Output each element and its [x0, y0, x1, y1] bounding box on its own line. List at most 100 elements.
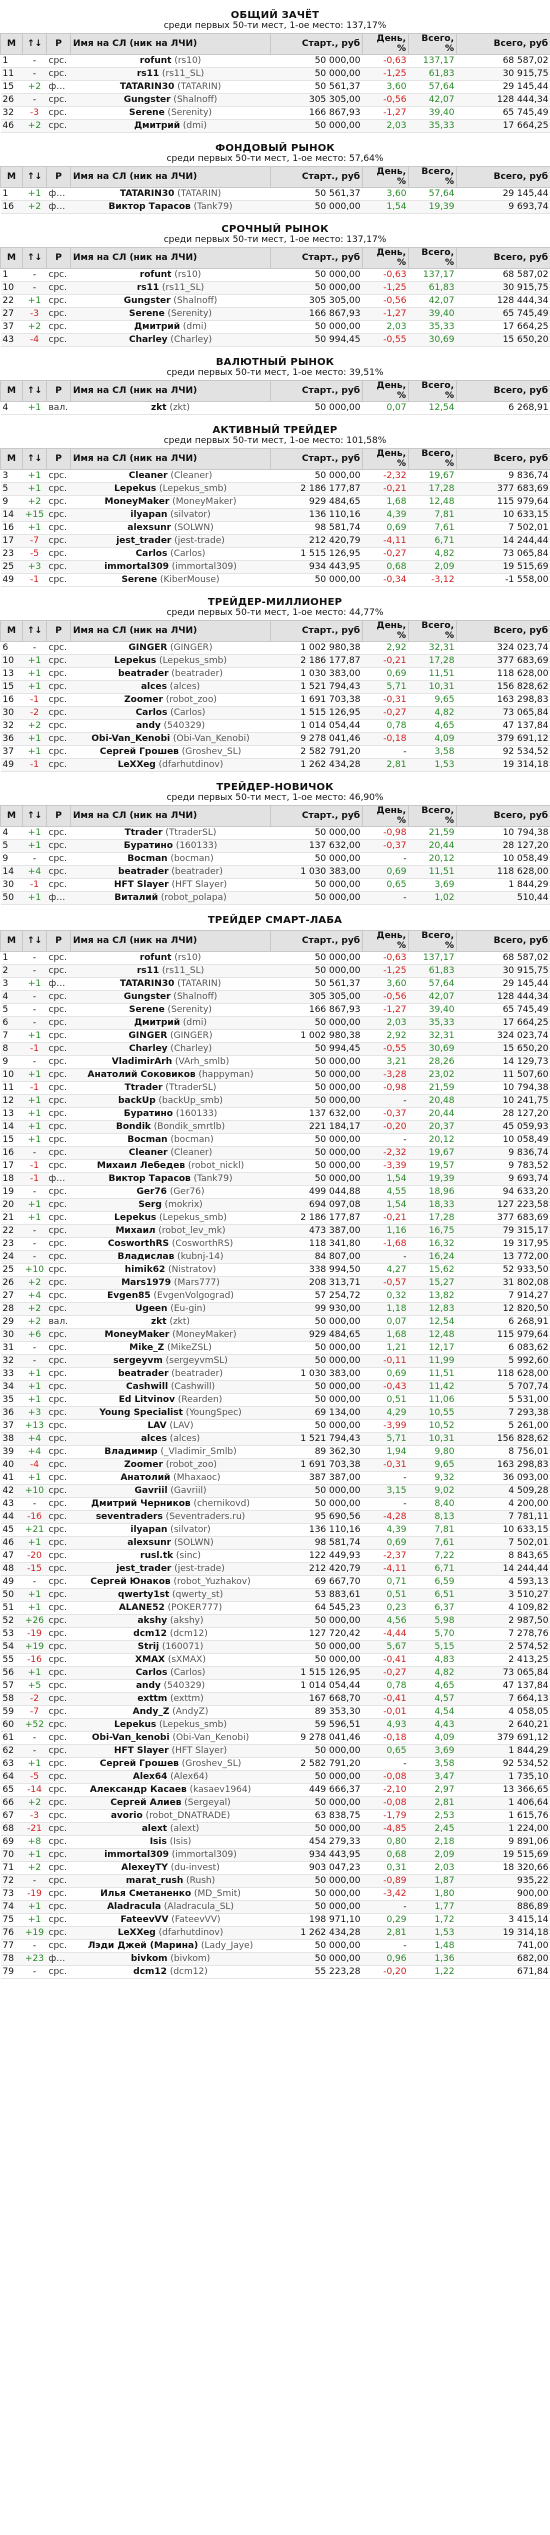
- trader-name-link[interactable]: Анатолий: [120, 1473, 170, 1483]
- header-change[interactable]: ↑↓: [22, 805, 47, 827]
- trader-name-link[interactable]: Andy_Z: [133, 1707, 170, 1717]
- header-total-rub[interactable]: Всего, руб: [456, 448, 550, 470]
- trader-name-cell[interactable]: VladimirArh (VArh_smlb): [70, 1055, 271, 1069]
- trader-name-link[interactable]: MoneyMaker: [105, 497, 170, 507]
- trader-name-link[interactable]: rusl.tk: [140, 1551, 173, 1561]
- trader-name-link[interactable]: Carlos: [136, 549, 168, 559]
- trader-name-link[interactable]: LAV: [148, 1421, 167, 1431]
- trader-name-link[interactable]: sergeyvm: [113, 1356, 163, 1366]
- trader-name-link[interactable]: Strij: [138, 1642, 159, 1652]
- trader-name-link[interactable]: Ger76: [136, 1187, 166, 1197]
- trader-name-cell[interactable]: Cashwill (Cashwill): [70, 1380, 271, 1394]
- trader-name-cell[interactable]: beatrader (beatrader): [70, 1367, 271, 1381]
- header-total-rub[interactable]: Всего, руб: [456, 380, 550, 402]
- trader-name-cell[interactable]: LeXXeg (dfarhutdinov): [70, 758, 271, 772]
- header-name[interactable]: Имя на СЛ (ник на ЛЧИ): [70, 380, 271, 402]
- header-market[interactable]: Р: [46, 805, 71, 827]
- trader-name-link[interactable]: Lepekus: [114, 1720, 156, 1730]
- trader-name-link[interactable]: beatrader: [118, 669, 168, 679]
- header-total-rub[interactable]: Всего, руб: [456, 620, 550, 642]
- trader-name-cell[interactable]: Bocman (bocman): [70, 852, 271, 866]
- trader-name-cell[interactable]: Cleaner (Cleaner): [70, 469, 271, 483]
- trader-name-link[interactable]: GINGER: [129, 1031, 168, 1041]
- trader-name-link[interactable]: Zoomer: [124, 1460, 163, 1470]
- trader-name-cell[interactable]: andy (540329): [70, 1679, 271, 1693]
- trader-name-cell[interactable]: alces (alces): [70, 680, 271, 694]
- trader-name-link[interactable]: alces: [141, 1434, 167, 1444]
- header-total-rub[interactable]: Всего, руб: [456, 33, 550, 55]
- trader-name-link[interactable]: Сергей Юнаков: [90, 1577, 170, 1587]
- trader-name-link[interactable]: alexsunr: [127, 523, 171, 533]
- trader-name-link[interactable]: Aladracula: [107, 1902, 161, 1912]
- trader-name-cell[interactable]: Mike_Z (MikeZSL): [70, 1341, 271, 1355]
- trader-name-cell[interactable]: rofunt (rs10): [70, 268, 271, 282]
- header-place[interactable]: М: [0, 33, 23, 55]
- header-total-pct[interactable]: Всего, %: [408, 620, 457, 642]
- trader-name-cell[interactable]: Дмитрий (dmi): [70, 320, 271, 334]
- trader-name-link[interactable]: Gungster: [124, 296, 171, 306]
- trader-name-cell[interactable]: Gungster (Shalnoff): [70, 294, 271, 308]
- trader-name-cell[interactable]: TATARIN30 (TATARIN): [70, 977, 271, 991]
- trader-name-cell[interactable]: Дмитрий (dmi): [70, 119, 271, 133]
- trader-name-cell[interactable]: Анатолий Соковиков (happyman): [70, 1068, 271, 1082]
- trader-name-cell[interactable]: dcm12 (dcm12): [70, 1627, 271, 1641]
- trader-name-cell[interactable]: Serg (mokrix): [70, 1198, 271, 1212]
- trader-name-link[interactable]: rs11: [137, 283, 159, 293]
- trader-name-cell[interactable]: alext (alext): [70, 1822, 271, 1836]
- trader-name-link[interactable]: rofunt: [140, 56, 172, 66]
- trader-name-cell[interactable]: Carlos (Carlos): [70, 1666, 271, 1680]
- trader-name-cell[interactable]: Evgen85 (EvgenVolgograd): [70, 1289, 271, 1303]
- trader-name-link[interactable]: Bocman: [127, 854, 167, 864]
- trader-name-link[interactable]: Дмитрий: [134, 322, 180, 332]
- header-name[interactable]: Имя на СЛ (ник на ЛЧИ): [70, 620, 271, 642]
- trader-name-cell[interactable]: Zoomer (robot_zoo): [70, 693, 271, 707]
- trader-name-link[interactable]: Serg: [138, 1200, 161, 1210]
- trader-name-cell[interactable]: AlexeyTY (du-invest): [70, 1861, 271, 1875]
- trader-name-cell[interactable]: Сергей Юнаков (robot_Yuzhakov): [70, 1575, 271, 1589]
- header-name[interactable]: Имя на СЛ (ник на ЛЧИ): [70, 930, 271, 952]
- trader-name-cell[interactable]: CosworthRS (CosworthRS): [70, 1237, 271, 1251]
- trader-name-link[interactable]: andy: [136, 721, 161, 731]
- trader-name-cell[interactable]: Ugeen (Eu-gin): [70, 1302, 271, 1316]
- trader-name-link[interactable]: Gavriil: [135, 1486, 168, 1496]
- trader-name-cell[interactable]: Ttrader (TtraderSL): [70, 1081, 271, 1095]
- trader-name-link[interactable]: FateevVV: [120, 1915, 168, 1925]
- trader-name-link[interactable]: Анатолий Соковиков: [88, 1070, 196, 1080]
- trader-name-link[interactable]: Владимир: [104, 1447, 157, 1457]
- trader-name-link[interactable]: rofunt: [140, 270, 172, 280]
- header-change[interactable]: ↑↓: [22, 380, 47, 402]
- trader-name-cell[interactable]: Serene (Serenity): [70, 106, 271, 120]
- header-change[interactable]: ↑↓: [22, 33, 47, 55]
- trader-name-link[interactable]: HFT Slayer: [114, 880, 169, 890]
- trader-name-cell[interactable]: qwerty1st (qwerty_st): [70, 1588, 271, 1602]
- header-start[interactable]: Старт., руб: [270, 33, 363, 55]
- trader-name-cell[interactable]: Bondik (Bondik_smrtlb): [70, 1120, 271, 1134]
- trader-name-link[interactable]: immortal309: [104, 562, 169, 572]
- trader-name-cell[interactable]: exttm (exttm): [70, 1692, 271, 1706]
- trader-name-link[interactable]: Ttrader: [125, 828, 163, 838]
- trader-name-link[interactable]: dcm12: [133, 1967, 167, 1977]
- trader-name-cell[interactable]: Виталий (robot_polapa): [70, 891, 271, 905]
- trader-name-cell[interactable]: Виктор Тарасов (Tank79): [70, 200, 271, 214]
- trader-name-link[interactable]: Илья Сметаненко: [100, 1889, 191, 1899]
- trader-name-cell[interactable]: GINGER (GINGER): [70, 1029, 271, 1043]
- trader-name-cell[interactable]: Serene (Serenity): [70, 307, 271, 321]
- trader-name-cell[interactable]: Bocman (bocman): [70, 1133, 271, 1147]
- header-total-pct[interactable]: Всего, %: [408, 805, 457, 827]
- trader-name-link[interactable]: Ed Litvinov: [119, 1395, 175, 1405]
- trader-name-cell[interactable]: Буратино (160133): [70, 839, 271, 853]
- header-day[interactable]: День, %: [362, 805, 409, 827]
- trader-name-link[interactable]: ilyapan: [130, 1525, 167, 1535]
- trader-name-cell[interactable]: Сергей Алиев (Sergeyal): [70, 1796, 271, 1810]
- trader-name-cell[interactable]: jest_trader (jest-trade): [70, 1562, 271, 1576]
- trader-name-link[interactable]: avorio: [111, 1811, 143, 1821]
- trader-name-link[interactable]: Буратино: [124, 841, 173, 851]
- trader-name-link[interactable]: akshy: [137, 1616, 167, 1626]
- trader-name-cell[interactable]: sergeyvm (sergeyvmSL): [70, 1354, 271, 1368]
- header-change[interactable]: ↑↓: [22, 247, 47, 269]
- trader-name-link[interactable]: Lepekus: [114, 656, 156, 666]
- trader-name-cell[interactable]: immortal309 (immortal309): [70, 560, 271, 574]
- trader-name-link[interactable]: Charley: [129, 335, 168, 345]
- trader-name-link[interactable]: LeXXeg: [118, 1928, 156, 1938]
- trader-name-cell[interactable]: LeXXeg (dfarhutdinov): [70, 1926, 271, 1940]
